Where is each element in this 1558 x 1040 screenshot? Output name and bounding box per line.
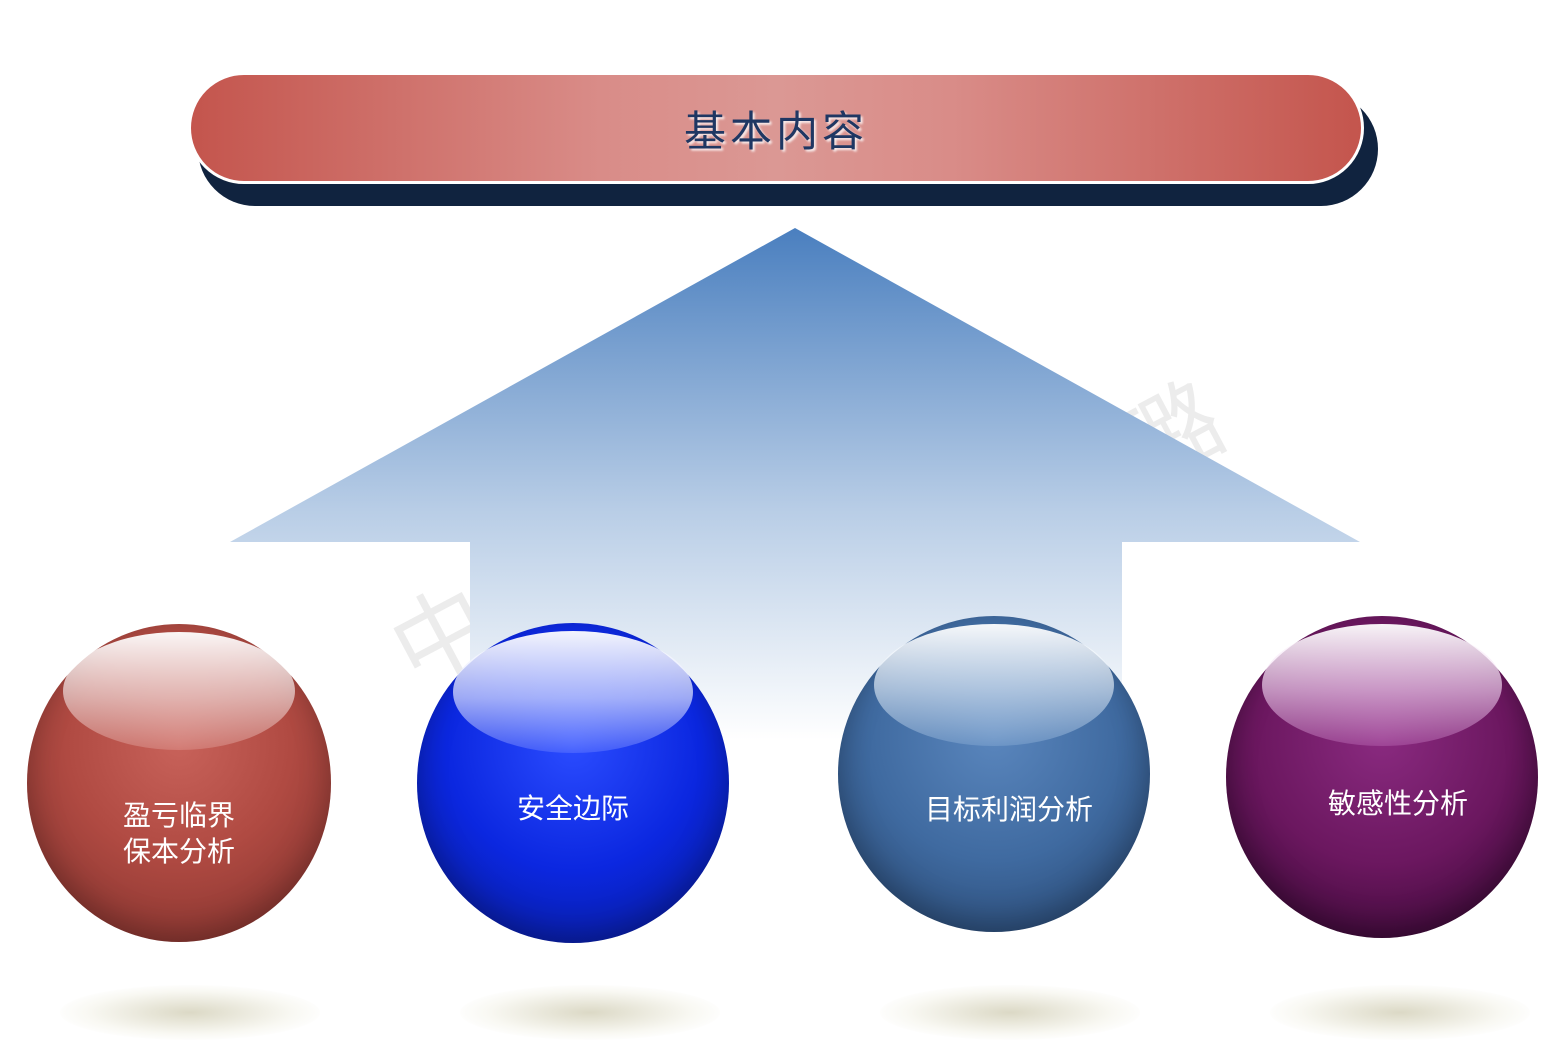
banner-pill: 基本内容 bbox=[188, 72, 1364, 184]
sphere-safety-margin[interactable]: 安全边际 bbox=[417, 623, 729, 945]
sphere-label: 盈亏临界 保本分析 bbox=[122, 799, 235, 868]
sphere-gloss bbox=[63, 632, 295, 750]
sphere-gloss bbox=[1262, 624, 1502, 746]
sphere-label: 敏感性分析 bbox=[1327, 787, 1468, 820]
floor-shadow-2 bbox=[460, 985, 720, 1040]
sphere-breakeven[interactable]: 盈亏临界 保本分析 bbox=[27, 624, 331, 944]
sphere-target-profit[interactable]: 目标利润分析 bbox=[838, 616, 1150, 934]
arrow-shape bbox=[230, 228, 1360, 740]
page-title: 基本内容 bbox=[683, 106, 868, 156]
sphere-sensitivity[interactable]: 敏感性分析 bbox=[1226, 616, 1538, 940]
sphere-label: 安全边际 bbox=[516, 792, 629, 825]
floor-shadow-4 bbox=[1270, 985, 1530, 1040]
header-banner: 基本内容 bbox=[188, 72, 1380, 208]
sphere-label: 目标利润分析 bbox=[924, 793, 1093, 826]
sphere-gloss bbox=[453, 631, 693, 753]
floor-shadow-3 bbox=[880, 985, 1140, 1040]
floor-shadow-1 bbox=[60, 985, 320, 1040]
sphere-gloss bbox=[874, 624, 1114, 746]
